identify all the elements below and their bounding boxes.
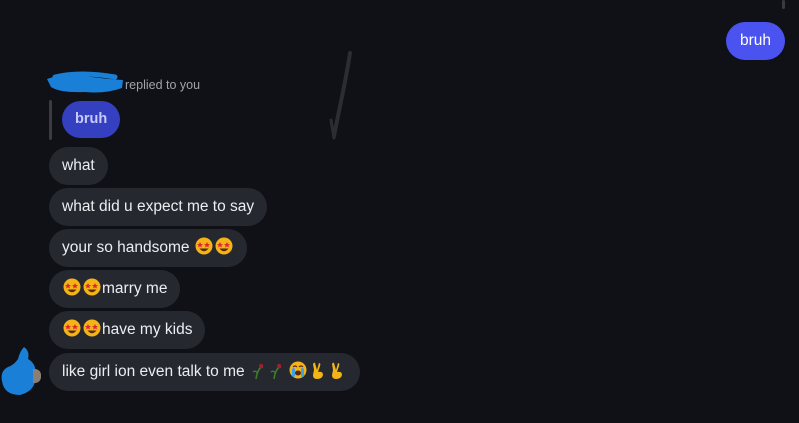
chat-thread: bruh replied to you bruh what what did u… <box>0 0 799 423</box>
pen-annotation <box>329 51 352 140</box>
message-text: what <box>62 157 95 174</box>
message-text: have my kids <box>102 321 193 338</box>
outgoing-message-text: bruh <box>740 32 772 49</box>
message-text: your so handsome <box>62 239 190 256</box>
message-text: like girl ion even talk to me <box>62 363 245 380</box>
incoming-message-bubble[interactable]: marry me <box>49 270 181 308</box>
emoji-sequence-icon <box>252 361 342 380</box>
incoming-message-bubble[interactable]: your so handsome <box>49 229 247 267</box>
incoming-message-bubble[interactable]: have my kids <box>49 311 206 349</box>
reply-indicator-bar <box>49 100 52 140</box>
quoted-message-text: bruh <box>75 111 108 127</box>
message-text: marry me <box>102 280 168 297</box>
outgoing-message-bubble[interactable]: bruh <box>726 22 786 60</box>
reply-label: replied to you <box>125 78 201 92</box>
quoted-message-bubble[interactable]: bruh <box>62 101 121 138</box>
redacted-sender-name <box>47 71 123 93</box>
star-struck-emoji-pair-icon <box>63 319 101 337</box>
star-struck-emoji-pair-icon <box>63 278 101 296</box>
scroll-indicator[interactable] <box>782 0 785 9</box>
incoming-message-bubble[interactable]: like girl ion even talk to me <box>49 353 360 391</box>
message-text: what did u expect me to say <box>62 198 255 215</box>
incoming-message-bubble[interactable]: what did u expect me to say <box>49 188 268 226</box>
incoming-message-bubble[interactable]: what <box>49 147 108 185</box>
star-struck-emoji-pair-icon <box>195 237 233 255</box>
